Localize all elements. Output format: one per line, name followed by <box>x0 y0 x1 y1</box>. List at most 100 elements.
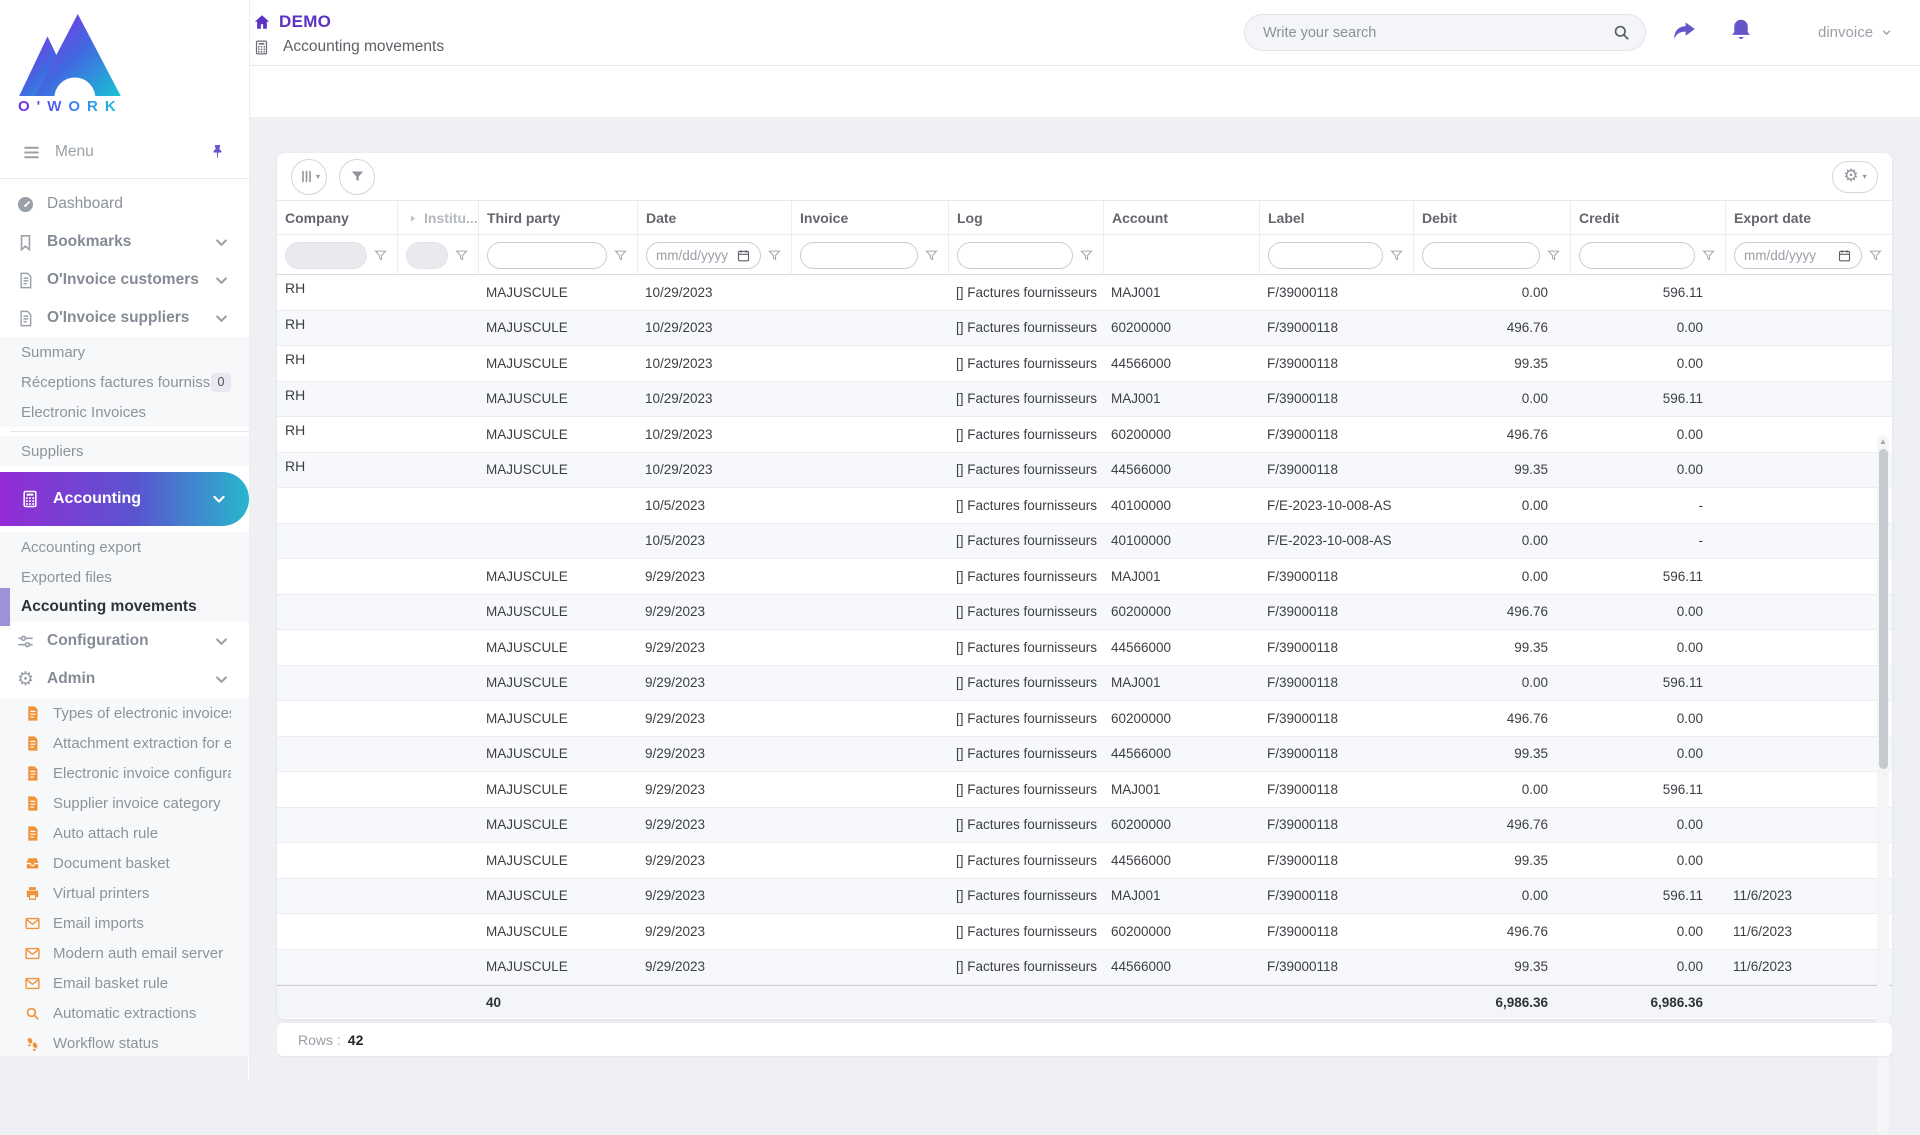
table-row[interactable]: MAJUSCULE9/29/2023[] Factures fournisseu… <box>277 843 1892 879</box>
filter-text-input[interactable] <box>656 248 732 263</box>
filter-funnel-icon[interactable] <box>373 248 388 263</box>
sidebar-item-email-imports[interactable]: Email imports <box>0 908 249 938</box>
filter-text-input[interactable] <box>810 248 908 263</box>
column-header-export-date[interactable]: Export date <box>1725 201 1892 235</box>
cell-debit: 99.35 <box>1413 356 1570 371</box>
table-row[interactable]: 10/5/2023[] Factures fournisseurs4010000… <box>277 524 1892 560</box>
sidebar-item-exported-files[interactable]: Exported files <box>0 562 249 592</box>
filter-text-input[interactable] <box>1589 248 1685 263</box>
sidebar-item-accounting-export[interactable]: Accounting export <box>0 532 249 562</box>
column-header-company[interactable]: Company <box>277 201 397 235</box>
filter-input-third-party[interactable] <box>487 242 607 269</box>
filter-text-input[interactable] <box>1278 248 1373 263</box>
sidebar-item-electronic-invoice-configuration[interactable]: Electronic invoice configuration <box>0 758 249 788</box>
global-search <box>1244 14 1646 51</box>
filter-input-export-date[interactable] <box>1734 242 1862 269</box>
column-chooser-button[interactable]: ▾ <box>291 159 327 195</box>
filter-text-input[interactable] <box>1744 248 1833 263</box>
column-header-label[interactable]: Label <box>1259 201 1413 235</box>
table-row[interactable]: RHMAJUSCULE10/29/2023[] Factures fournis… <box>277 453 1892 489</box>
filter-funnel-icon[interactable] <box>1701 248 1716 263</box>
filter-funnel-icon[interactable] <box>454 248 469 263</box>
sidebar-item-supplier-invoice-category[interactable]: Supplier invoice category <box>0 788 249 818</box>
table-row[interactable]: MAJUSCULE9/29/2023[] Factures fournisseu… <box>277 666 1892 702</box>
column-header-debit[interactable]: Debit <box>1413 201 1570 235</box>
sidebar-item-accounting-movements[interactable]: Accounting movements <box>0 592 249 622</box>
table-row[interactable]: RHMAJUSCULE10/29/2023[] Factures fournis… <box>277 417 1892 453</box>
sidebar-item-types-of-electronic-invoices[interactable]: Types of electronic invoices <box>0 698 249 728</box>
sidebar-item-configuration[interactable]: Configuration <box>0 622 249 660</box>
table-row[interactable]: RHMAJUSCULE10/29/2023[] Factures fournis… <box>277 275 1892 311</box>
table-row[interactable]: MAJUSCULE9/29/2023[] Factures fournisseu… <box>277 737 1892 773</box>
table-row[interactable]: RHMAJUSCULE10/29/2023[] Factures fournis… <box>277 346 1892 382</box>
notifications-bell-icon[interactable] <box>1728 16 1754 44</box>
search-input[interactable] <box>1263 25 1612 41</box>
table-row[interactable]: MAJUSCULE9/29/2023[] Factures fournisseu… <box>277 701 1892 737</box>
filter-funnel-icon[interactable] <box>924 248 939 263</box>
filter-input-credit[interactable] <box>1579 242 1695 269</box>
share-icon[interactable] <box>1670 18 1698 44</box>
filter-input-invoice[interactable] <box>800 242 918 269</box>
filter-funnel-icon[interactable] <box>1079 248 1094 263</box>
table-row[interactable]: MAJUSCULE9/29/2023[] Factures fournisseu… <box>277 772 1892 808</box>
filter-button[interactable] <box>339 159 375 195</box>
table-row[interactable]: MAJUSCULE9/29/2023[] Factures fournisseu… <box>277 630 1892 666</box>
table-row[interactable]: MAJUSCULE9/29/2023[] Factures fournisseu… <box>277 879 1892 915</box>
sidebar-item-bookmarks[interactable]: Bookmarks <box>0 223 249 261</box>
search-icon[interactable] <box>1612 23 1631 42</box>
table-row[interactable]: RHMAJUSCULE10/29/2023[] Factures fournis… <box>277 382 1892 418</box>
sidebar-item-accounting[interactable]: Accounting <box>0 472 249 526</box>
filter-text-input[interactable] <box>1432 248 1530 263</box>
sidebar-item-email-basket-rule[interactable]: Email basket rule <box>0 968 249 998</box>
cell-export-date: 11/6/2023 <box>1725 959 1892 974</box>
column-header-institu[interactable]: Institu... <box>397 201 478 235</box>
filter-funnel-icon[interactable] <box>1868 248 1883 263</box>
sidebar-item-oinvoice-suppliers[interactable]: O'Invoice suppliers <box>0 299 249 337</box>
table-row[interactable]: MAJUSCULE9/29/2023[] Factures fournisseu… <box>277 808 1892 844</box>
sidebar-item-modern-auth-email-server[interactable]: Modern auth email server <box>0 938 249 968</box>
sidebar-item-attachment-extraction-for-electronic-invoices[interactable]: Attachment extraction for electronic inv… <box>0 728 249 758</box>
filter-funnel-icon[interactable] <box>767 248 782 263</box>
table-row[interactable]: 10/5/2023[] Factures fournisseurs4010000… <box>277 488 1892 524</box>
table-settings-button[interactable]: ⚙ ▾ <box>1832 161 1878 193</box>
column-header-log[interactable]: Log <box>948 201 1103 235</box>
scrollbar-thumb[interactable] <box>1879 449 1888 769</box>
table-row[interactable]: MAJUSCULE9/29/2023[] Factures fournisseu… <box>277 559 1892 595</box>
sidebar-item-automatic-extractions[interactable]: Automatic extractions <box>0 998 249 1028</box>
sidebar-item-document-basket[interactable]: Document basket <box>0 848 249 878</box>
filter-input-log[interactable] <box>957 242 1073 269</box>
sidebar-item-auto-attach-rule[interactable]: Auto attach rule <box>0 818 249 848</box>
filter-funnel-icon[interactable] <box>1546 248 1561 263</box>
filter-text-input[interactable] <box>967 248 1063 263</box>
user-menu[interactable]: dinvoice <box>1818 24 1893 41</box>
sidebar-item-electronic-invoices[interactable]: Electronic Invoices <box>0 397 249 427</box>
calendar-icon[interactable] <box>1837 248 1852 263</box>
filter-input-label[interactable] <box>1268 242 1383 269</box>
menu-toggle[interactable]: Menu <box>0 130 249 174</box>
scrollbar-up-icon[interactable]: ▲ <box>1877 435 1889 447</box>
sidebar-item-oinvoice-customers[interactable]: O'Invoice customers <box>0 261 249 299</box>
filter-input-debit[interactable] <box>1422 242 1540 269</box>
sidebar-item-admin[interactable]: ⚙Admin <box>0 660 249 698</box>
column-header-third-party[interactable]: Third party <box>478 201 637 235</box>
column-header-credit[interactable]: Credit <box>1570 201 1725 235</box>
sidebar-item-summary[interactable]: Summary <box>0 337 249 367</box>
calendar-icon[interactable] <box>736 248 751 263</box>
sidebar-item-workflow-status[interactable]: Workflow status <box>0 1028 249 1058</box>
table-row[interactable]: RHMAJUSCULE10/29/2023[] Factures fournis… <box>277 311 1892 347</box>
column-header-account[interactable]: Account <box>1103 201 1259 235</box>
filter-funnel-icon[interactable] <box>613 248 628 263</box>
filter-funnel-icon[interactable] <box>1389 248 1404 263</box>
sidebar-item-suppliers[interactable]: Suppliers <box>0 436 249 466</box>
column-header-invoice[interactable]: Invoice <box>791 201 948 235</box>
sidebar-item-dashboard[interactable]: Dashboard <box>0 185 249 223</box>
filter-input-date[interactable] <box>646 242 761 269</box>
filter-text-input[interactable] <box>497 248 597 263</box>
sidebar-item-receptions-factures-fournisseurs[interactable]: Réceptions factures fournisseurs0 <box>0 367 249 397</box>
table-row[interactable]: MAJUSCULE9/29/2023[] Factures fournisseu… <box>277 914 1892 950</box>
pin-icon[interactable] <box>208 143 227 162</box>
sidebar-item-virtual-printers[interactable]: Virtual printers <box>0 878 249 908</box>
column-header-date[interactable]: Date <box>637 201 791 235</box>
table-row[interactable]: MAJUSCULE9/29/2023[] Factures fournisseu… <box>277 595 1892 631</box>
table-row[interactable]: MAJUSCULE9/29/2023[] Factures fournisseu… <box>277 950 1892 986</box>
